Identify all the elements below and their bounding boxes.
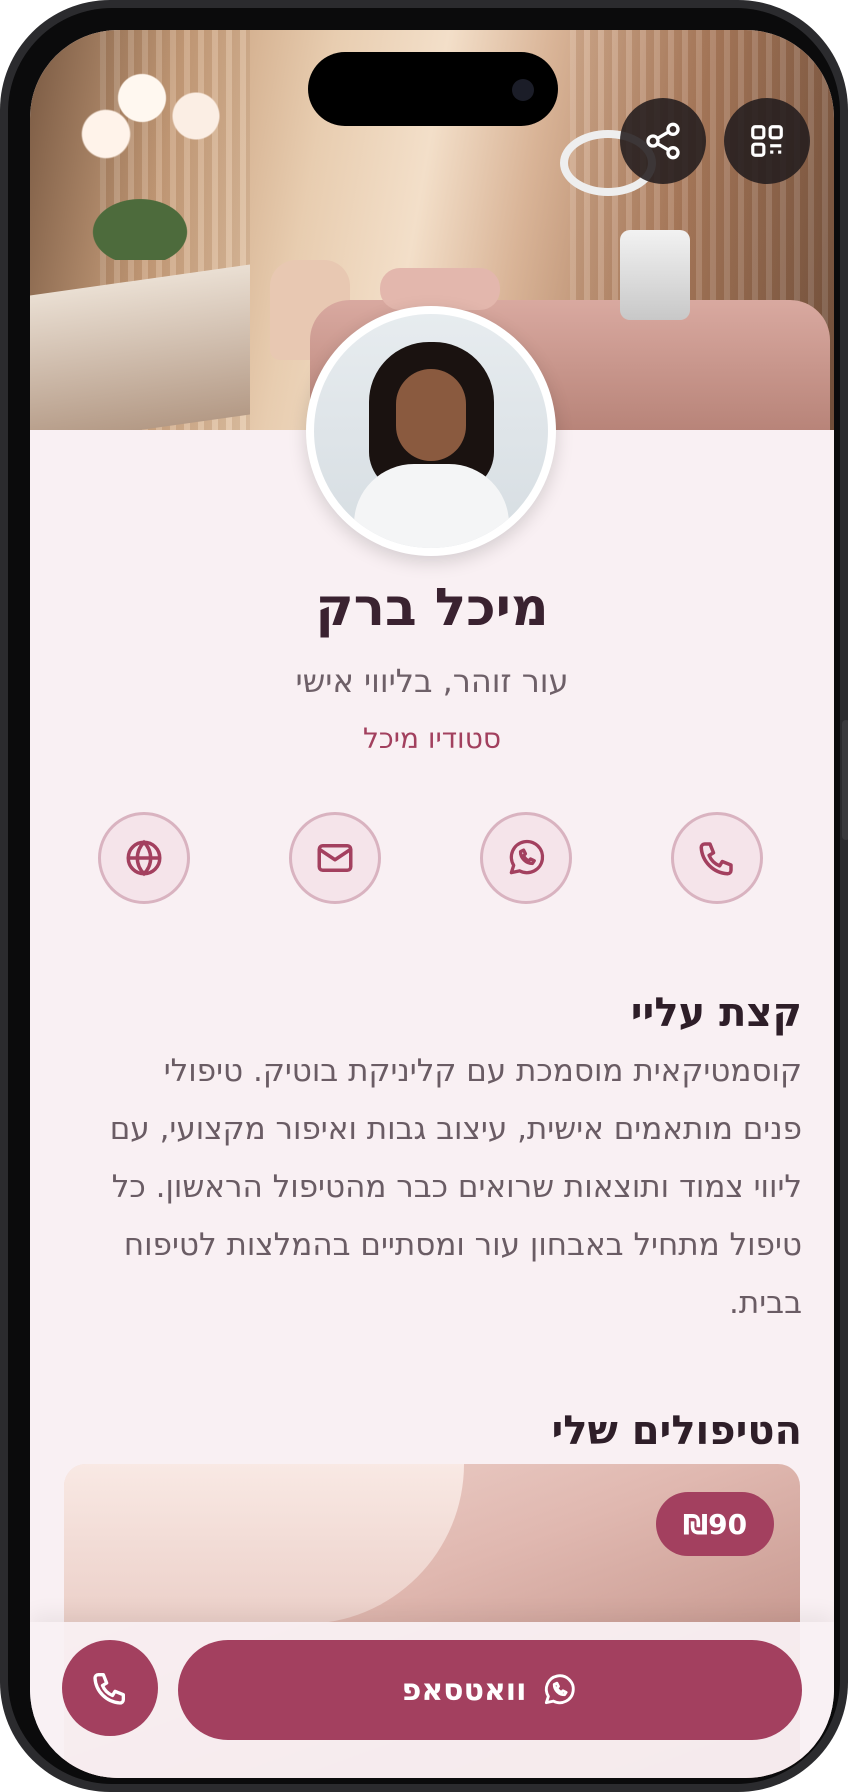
front-camera (512, 79, 534, 101)
qr-code-button[interactable] (724, 98, 810, 184)
avatar-coat (354, 464, 509, 548)
price-badge: ₪90 (656, 1492, 774, 1556)
share-icon (646, 122, 680, 160)
about-heading: קצת עליי (630, 990, 802, 1036)
marble-counter (30, 264, 250, 430)
profile-name: מיכל ברק (315, 578, 549, 638)
whatsapp-cta-button[interactable]: וואטסאפ (178, 1640, 802, 1740)
email-button[interactable] (289, 812, 381, 904)
phone-frame: מיכל ברק עור זוהר, בליווי אישי סטודיו מי… (0, 0, 848, 1792)
treatment-image (64, 1464, 464, 1624)
side-button (842, 720, 848, 840)
phone-icon (93, 1673, 126, 1705)
avatar-photo (314, 314, 548, 548)
mail-icon (317, 844, 353, 872)
about-text: קוסמטיקאית מוסמכת עם קליניקת בוטיק. טיפו… (109, 1053, 802, 1321)
facial-steamer (620, 230, 690, 320)
company-name: סטודיו מיכל (362, 722, 502, 755)
screen: מיכל ברק עור זוהר, בליווי אישי סטודיו מי… (30, 30, 834, 1778)
phone-button[interactable] (671, 812, 763, 904)
whatsapp-button[interactable] (480, 812, 572, 904)
plant (80, 190, 200, 260)
dynamic-island (308, 52, 558, 126)
call-button[interactable] (62, 1640, 158, 1736)
whatsapp-cta-label: וואטסאפ (401, 1672, 527, 1708)
avatar-face (396, 369, 466, 461)
bottom-action-bar: וואטסאפ (30, 1622, 834, 1778)
whatsapp-icon (509, 839, 545, 875)
whatsapp-icon (545, 1674, 576, 1705)
globe-icon (126, 839, 162, 877)
orchid-flowers (70, 50, 250, 170)
profile-title: עור זוהר, בליווי אישי (295, 662, 569, 700)
share-button[interactable] (620, 98, 706, 184)
phone-icon (699, 842, 733, 876)
website-button[interactable] (98, 812, 190, 904)
phone-bezel: מיכל ברק עור זוהר, בליווי אישי סטודיו מי… (8, 8, 840, 1784)
avatar (306, 306, 556, 556)
qr-code-icon (751, 125, 783, 157)
pillow (380, 268, 500, 310)
treatments-heading: הטיפולים שלי (551, 1408, 802, 1454)
